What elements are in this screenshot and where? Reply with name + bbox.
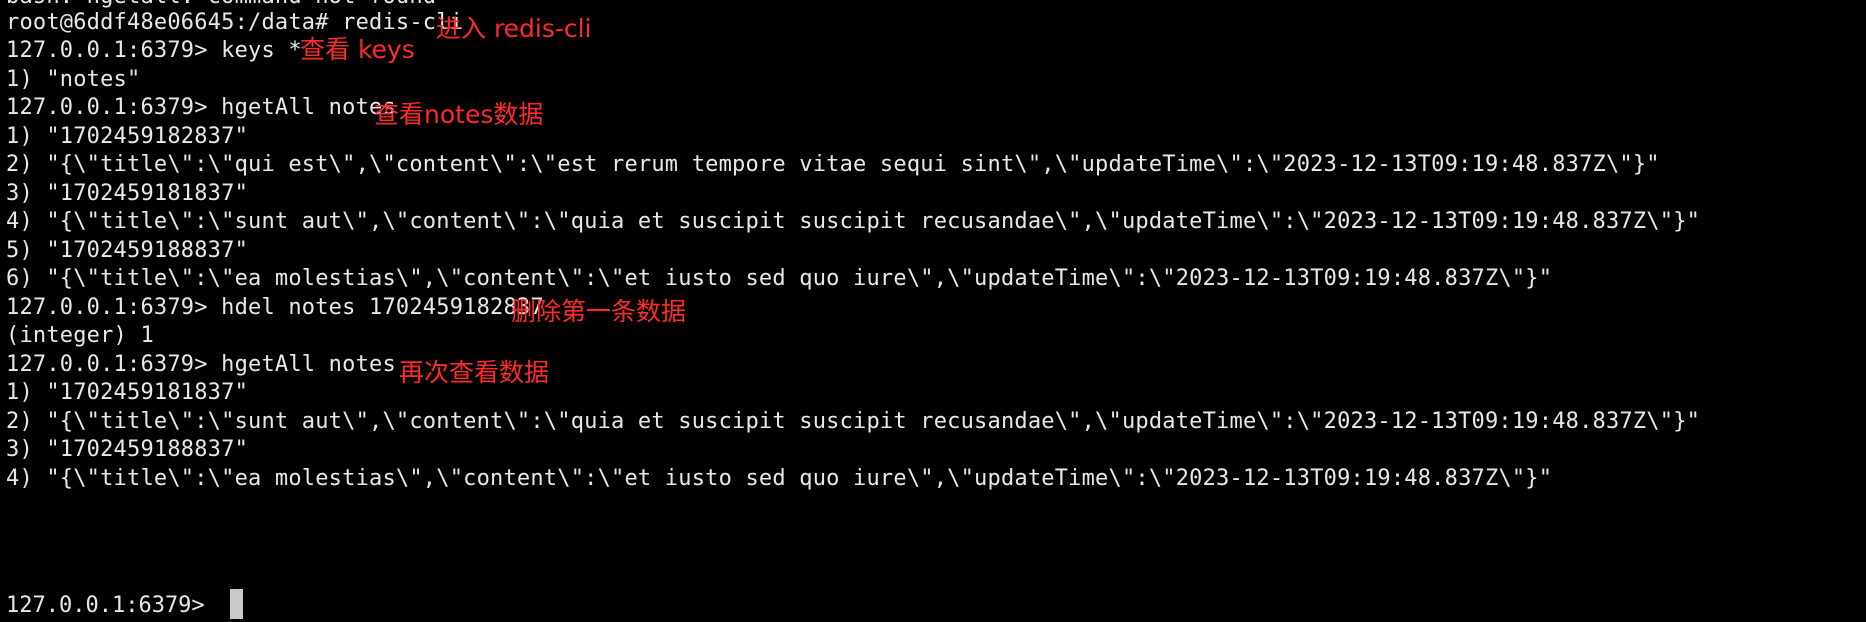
terminal-window[interactable]: bash: hgetall: command not found root@6d… bbox=[0, 0, 1866, 622]
annotation-enter-cli: 进入 redis-cli bbox=[436, 14, 592, 43]
annotation-view-again: 再次查看数据 bbox=[399, 358, 550, 387]
terminal-line: 4) "{\"title\":\"sunt aut\",\"content\":… bbox=[6, 209, 1701, 234]
annotation-view-keys: 查看 keys bbox=[300, 35, 415, 64]
terminal-cursor[interactable] bbox=[230, 589, 243, 619]
terminal-line: 4) "{\"title\":\"ea molestias\",\"conten… bbox=[6, 466, 1553, 491]
annotation-delete-first: 删除第一条数据 bbox=[511, 297, 687, 326]
terminal-prompt: 127.0.0.1:6379> bbox=[6, 593, 218, 618]
annotation-view-notes: 查看notes数据 bbox=[374, 100, 544, 129]
terminal-line: 2) "{\"title\":\"qui est\",\"content\":\… bbox=[6, 152, 1660, 177]
terminal-line: 2) "{\"title\":\"sunt aut\",\"content\":… bbox=[6, 409, 1701, 434]
